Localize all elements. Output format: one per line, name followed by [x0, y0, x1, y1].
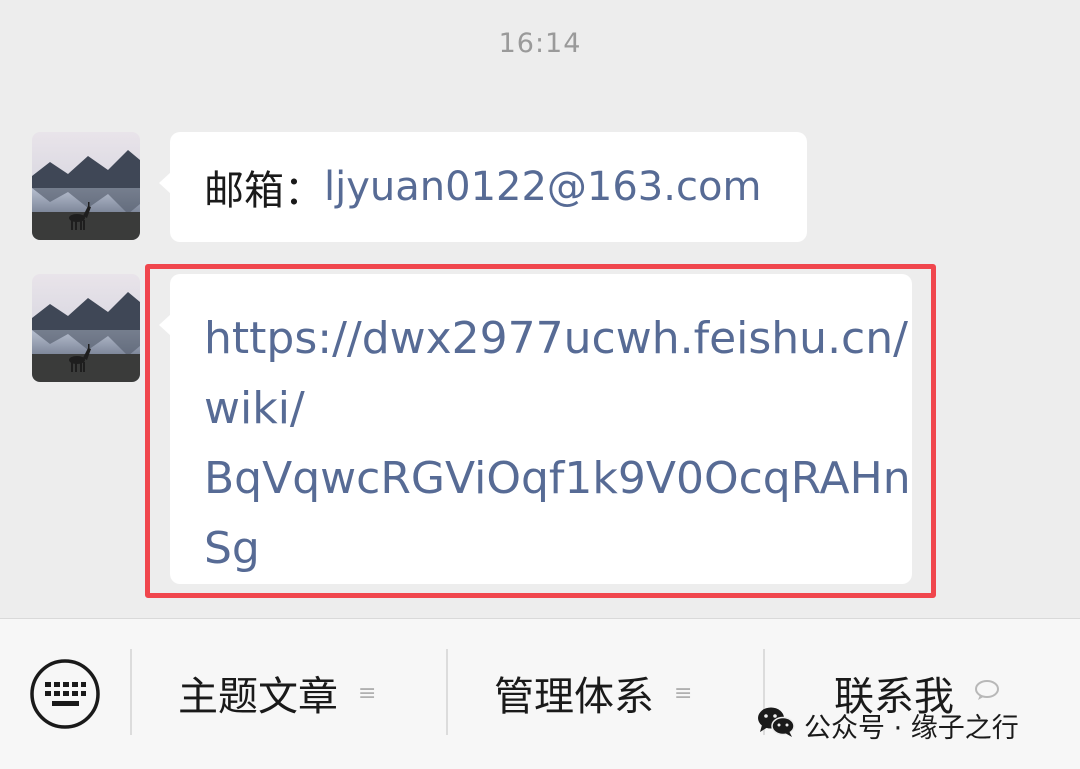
wechat-icon	[756, 705, 796, 746]
email-link[interactable]: ljyuan0122@163.com	[324, 164, 761, 210]
email-label: 邮箱：	[204, 168, 324, 214]
menu-item-label: 管理体系	[494, 674, 654, 720]
keyboard-icon[interactable]	[28, 657, 102, 731]
watermark: 公众号 · 缘子之行	[756, 700, 1019, 750]
highlight-box	[145, 264, 936, 598]
sender-avatar[interactable]	[32, 274, 140, 382]
menu-list-icon: ≡	[674, 680, 693, 706]
message-bubble[interactable]: 邮箱： ljyuan0122@163.com	[159, 132, 807, 242]
menu-list-icon: ≡	[358, 680, 377, 706]
watermark-text: 公众号 · 缘子之行	[804, 712, 1019, 744]
menu-item-articles[interactable]: 主题文章 ≡	[178, 665, 376, 721]
message-timestamp: 16:14	[498, 28, 582, 59]
menu-item-label: 主题文章	[178, 674, 338, 720]
menu-item-management[interactable]: 管理体系 ≡	[494, 665, 692, 721]
menu-divider	[130, 649, 132, 735]
bubble-tail	[159, 172, 171, 194]
menu-divider	[446, 649, 448, 735]
chat-area: 16:14 邮箱： ljyuan0122@163.com https://dwx…	[0, 0, 1080, 618]
sender-avatar[interactable]	[32, 132, 140, 240]
